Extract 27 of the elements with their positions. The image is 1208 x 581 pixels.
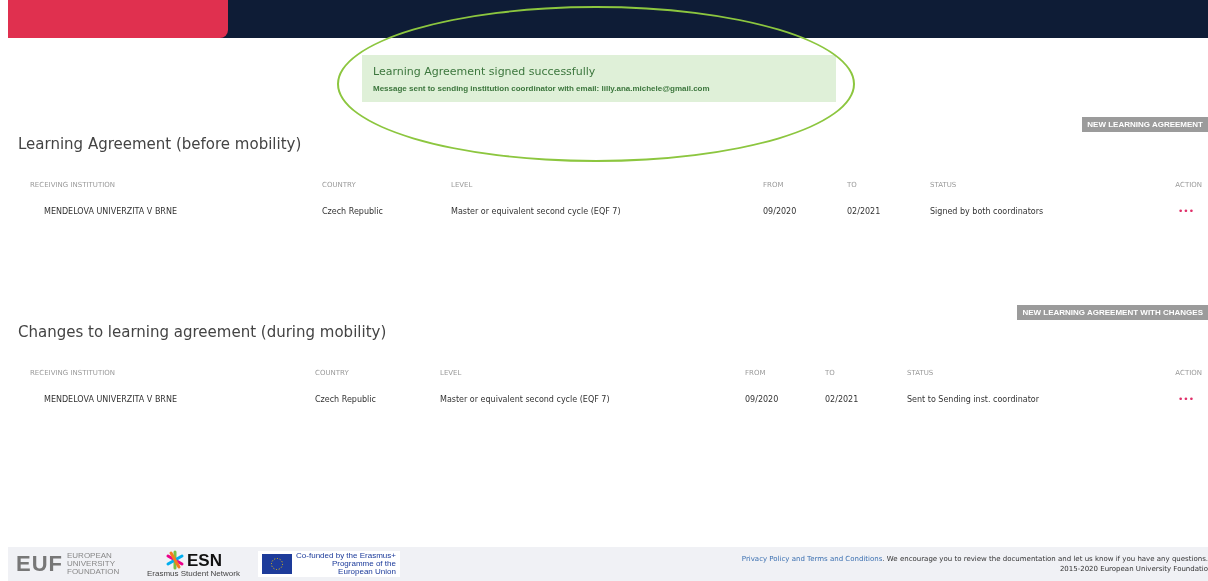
action-menu-button[interactable]: ••• <box>1178 377 1202 404</box>
table-cell-text: Czech Republic <box>315 393 377 404</box>
table-cell-text: Master or equivalent second cycle (EQF 7) <box>440 393 611 404</box>
logo-caption: Co-funded by the Erasmus+ Programme of the European Union <box>295 552 396 576</box>
table-cell-text: Signed by both coordinators <box>930 205 1045 216</box>
table-cell-text: MENDELOVA UNIVERZITA V BRNE <box>43 393 178 404</box>
new-agreement-button[interactable]: NEW LEARNING AGREEMENT <box>1082 117 1208 132</box>
star-icon <box>165 550 185 570</box>
alert-title: Learning Agreement signed successfully <box>373 65 597 78</box>
logo-caption: EUROPEAN UNIVERSITY FOUNDATION <box>67 552 121 576</box>
table-cell-text: Master or equivalent second cycle (EQF 7) <box>451 205 622 216</box>
table-cell-text: Sent to Sending inst. coordinator <box>907 393 1040 404</box>
euf-logo-mark: EUF <box>16 551 63 577</box>
action-menu-button[interactable]: ••• <box>1178 189 1202 216</box>
section-title: Changes to learning agreement (during mobility) <box>18 323 387 341</box>
table-cell-text: 02/2021 <box>847 205 882 216</box>
section-title: Learning Agreement (before mobility) <box>18 135 302 153</box>
table-cell-text: 02/2021 <box>825 393 860 404</box>
table-cell-text: MENDELOVA UNIVERZITA V BRNE <box>43 205 178 216</box>
table-cell-text: Czech Republic <box>322 205 384 216</box>
logo-caption: Erasmus Student Network <box>147 570 240 578</box>
alert-message: Message sent to sending institution coordinator with email: lilly.ana.michele@gmail.com <box>373 84 711 93</box>
new-agreement-button[interactable]: NEW LEARNING AGREEMENT WITH CHANGES <box>1017 305 1208 320</box>
esn-logo-mark: ESN <box>187 551 222 569</box>
table-cell-text: 09/2020 <box>745 393 780 404</box>
table-cell-text: 09/2020 <box>763 205 798 216</box>
eu-flag-icon <box>261 554 292 574</box>
